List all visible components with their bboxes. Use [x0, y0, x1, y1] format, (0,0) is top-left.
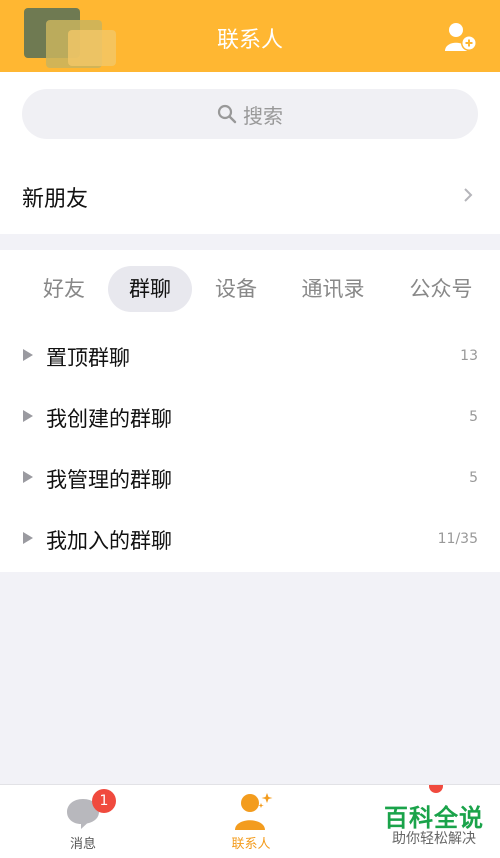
tabbar-label: 消息 — [69, 837, 96, 852]
tabbar-messages[interactable]: 1 消息 — [38, 785, 128, 858]
contacts-panel: 好友 群聊 设备 通讯录 公众号 置顶群聊 13 我创建的群聊 5 我管理的群聊… — [0, 250, 500, 572]
contact-tabs: 好友 群聊 设备 通讯录 公众号 — [0, 266, 500, 312]
watermark-subtitle: 助你轻松解决 — [392, 831, 476, 847]
expand-triangle-icon — [23, 471, 33, 483]
watermark-logo: 百科全说 助你轻松解决 — [374, 798, 494, 854]
header-bar: 联系人 — [0, 0, 500, 72]
new-friends-label: 新朋友 — [22, 187, 89, 212]
group-category-count: 11/35 — [437, 531, 478, 547]
group-category-label: 置顶群聊 — [46, 346, 130, 370]
group-category-count: 5 — [469, 409, 478, 425]
add-contact-icon[interactable] — [444, 22, 478, 52]
group-category-managed[interactable]: 我管理的群聊 5 — [0, 450, 500, 510]
group-category-created[interactable]: 我创建的群聊 5 — [0, 389, 500, 449]
tab-friends[interactable]: 好友 — [30, 266, 98, 312]
tab-devices[interactable]: 设备 — [202, 266, 270, 312]
tab-group-chats[interactable]: 群聊 — [108, 266, 192, 312]
group-category-count: 5 — [469, 470, 478, 486]
new-friends-row[interactable]: 新朋友 — [0, 156, 500, 234]
tabbar-contacts[interactable]: 联系人 — [206, 785, 296, 858]
page-title: 联系人 — [216, 28, 283, 53]
group-category-joined[interactable]: 我加入的群聊 11/35 — [0, 511, 500, 571]
group-category-label: 我加入的群聊 — [46, 529, 172, 553]
group-category-count: 13 — [460, 348, 478, 364]
notification-dot — [429, 785, 443, 793]
expand-triangle-icon — [23, 349, 33, 361]
tabbar-label: 联系人 — [231, 837, 271, 852]
search-icon — [217, 104, 237, 124]
search-input[interactable]: 搜索 — [22, 89, 478, 139]
group-category-pinned[interactable]: 置顶群聊 13 — [0, 328, 500, 388]
tab-address-book[interactable]: 通讯录 — [290, 266, 376, 312]
expand-triangle-icon — [23, 410, 33, 422]
tab-official-accounts[interactable]: 公众号 — [398, 266, 484, 312]
expand-triangle-icon — [23, 532, 33, 544]
search-section: 搜索 — [0, 72, 500, 156]
group-category-label: 我管理的群聊 — [46, 468, 172, 492]
search-placeholder: 搜索 — [243, 103, 283, 128]
chevron-right-icon — [464, 188, 473, 202]
contact-person-icon — [235, 793, 273, 830]
group-category-label: 我创建的群聊 — [46, 407, 172, 431]
unread-badge: 1 — [92, 789, 116, 813]
